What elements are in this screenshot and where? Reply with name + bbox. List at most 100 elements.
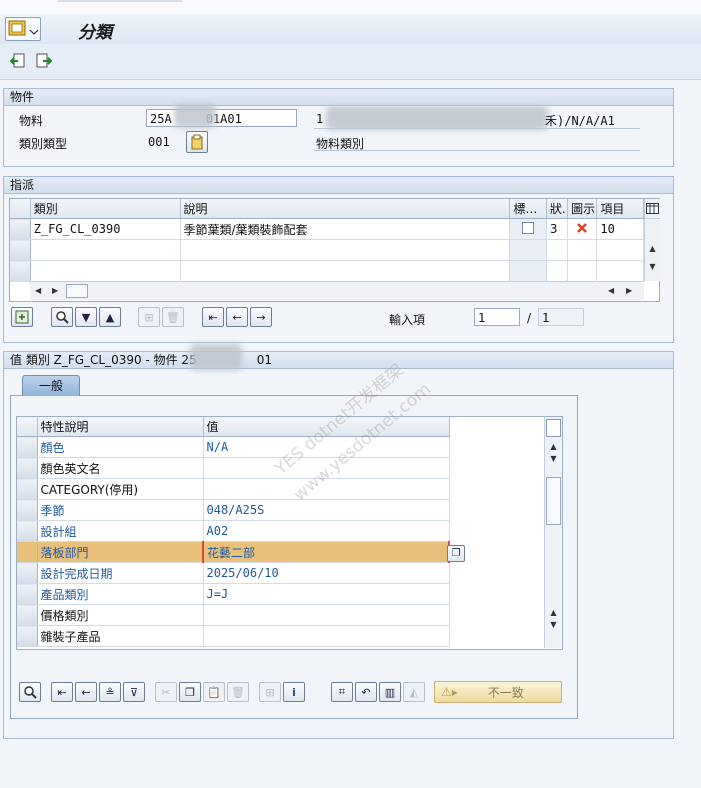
undo-button[interactable]: ↶ [355,682,377,702]
prev-entry-button[interactable]: ← [226,307,248,327]
char-value-cell[interactable]: 花藝二部 [202,541,450,563]
scroll-down-icon[interactable]: ▼ [545,619,562,631]
characteristic-row[interactable]: 雜裝子產品 [17,625,450,647]
delete-row-button[interactable]: 🗑 [162,307,184,327]
prev-value-button[interactable]: ← [75,682,97,702]
row-selector[interactable] [10,239,31,261]
insert-row-button[interactable]: ⊞ [138,307,160,327]
row-selector[interactable] [17,436,38,458]
characteristic-row[interactable]: 設計完成日期 2025/06/10 [17,562,450,584]
prev-object-button[interactable] [9,52,27,70]
col-class[interactable]: 類別 [30,199,181,219]
info-button[interactable]: i [283,682,305,702]
scroll-thumb[interactable] [546,477,561,525]
hscroll-thumb[interactable] [66,284,88,298]
material-field[interactable]: 25A 01A01 [146,109,297,127]
scroll-left-icon[interactable]: ◀ [608,285,614,297]
assignment-hscroll[interactable]: ◀ ▶ ◀ ▶ [30,281,644,300]
col-char-desc[interactable]: 特性說明 [37,417,204,437]
class-cell[interactable]: Z_FG_CL_0390 [30,218,181,240]
col-std[interactable]: 標… [509,199,547,219]
characteristic-row[interactable]: 季節 048/A25S [17,499,450,521]
char-name-cell: 顏色 [37,436,204,458]
row-selector[interactable] [10,218,31,240]
class-type-help-button[interactable] [186,131,208,153]
copy-button[interactable]: ❐ [179,682,201,702]
scroll-up-icon[interactable]: ▲ [645,243,660,255]
col-icon[interactable]: 圖示 [567,199,598,219]
row-selector[interactable] [17,499,38,521]
col-desc[interactable]: 說明 [180,199,511,219]
char-value-cell[interactable]: J=J [203,583,450,605]
col-item[interactable]: 項目 [596,199,644,219]
row-selector[interactable] [10,260,31,282]
paste-button[interactable]: 📋 [203,682,225,702]
standard-checkbox[interactable] [522,221,535,234]
delete-value-button[interactable]: 🗑 [227,682,249,702]
top-strip-tab [58,0,182,2]
characteristic-row[interactable]: 顏色 N/A [17,436,450,458]
move-down-button[interactable]: ▼ [75,307,97,327]
scroll-down-icon[interactable]: ▼ [645,261,660,273]
col-status[interactable]: 狀. [546,199,569,219]
row-selector[interactable] [17,457,38,479]
select-all-header[interactable] [17,417,38,437]
next-entry-button[interactable]: → [250,307,272,327]
assignment-vscroll[interactable]: ▲ ▼ [644,199,660,281]
insert-value-button[interactable]: ⊞ [259,682,281,702]
value-popup-button[interactable]: ❐ [447,545,465,562]
row-selector[interactable] [17,583,38,605]
char-value-cell[interactable] [203,625,450,647]
inconsistent-button[interactable]: ⚠▸ 不一致 [434,681,562,703]
tab-general[interactable]: 一般 [22,375,80,396]
details-button[interactable] [11,307,33,327]
characteristic-row[interactable]: 價格類別 [17,604,450,626]
find-button[interactable] [51,307,73,327]
info-icon: i [292,685,296,699]
first-entry-button[interactable]: ⇤ [202,307,224,327]
row-selector[interactable] [17,625,38,647]
char-value-cell[interactable]: 048/A25S [203,499,450,521]
sort-asc-button[interactable]: ≗ [99,682,121,702]
table-row[interactable]: Z_FG_CL_0390 季節葉類/葉類裝飾配套 3 10 [10,218,644,240]
move-up-button[interactable]: ▲ [99,307,121,327]
row-selector[interactable] [17,541,38,563]
scroll-up-icon[interactable]: ▲ [545,607,562,619]
scroll-down-icon[interactable]: ▼ [545,453,562,465]
hierarchy-button[interactable]: ◭ [403,682,425,702]
scroll-up-icon[interactable]: ▲ [545,441,562,453]
characteristics-vscroll[interactable]: ▲ ▼ ▲ ▼ [544,417,562,648]
columns-button[interactable]: ▥ [379,682,401,702]
scroll-right-icon[interactable]: ▶ [626,285,632,297]
characteristic-row[interactable]: 設計組 A02 [17,520,450,542]
characteristic-row[interactable]: 產品類別 J=J [17,583,450,605]
table-row[interactable] [10,239,644,261]
row-selector[interactable] [17,562,38,584]
status-cell: 3 [546,218,569,240]
entry-current-field[interactable]: 1 [474,308,520,326]
row-selector[interactable] [17,604,38,626]
next-object-button[interactable] [35,52,53,70]
characteristic-row[interactable]: 落板部門 花藝二部 [17,541,450,563]
row-selector[interactable] [17,478,38,500]
first-value-button[interactable]: ⇤ [51,682,73,702]
table-row[interactable] [10,260,644,282]
scroll-top-box[interactable] [546,419,561,437]
scroll-right-icon[interactable]: ▶ [52,285,58,297]
select-all-header[interactable] [10,199,31,219]
std-cell[interactable] [509,218,547,240]
cut-button[interactable]: ✂ [155,682,177,702]
char-value-cell[interactable]: 2025/06/10 [203,562,450,584]
characteristic-row[interactable]: CATEGORY(停用) [17,478,450,500]
filter-button[interactable]: ⊽ [123,682,145,702]
row-selector[interactable] [17,520,38,542]
trash-icon: 🗑 [166,310,180,324]
find-value-button[interactable] [19,682,41,702]
char-value-cell[interactable] [203,604,450,626]
char-value-cell[interactable]: A02 [203,520,450,542]
system-menu-button[interactable] [5,17,41,41]
column-settings-icon[interactable] [645,199,660,219]
binoculars-button[interactable]: ⌗ [331,682,353,702]
characteristic-row[interactable]: 顏色英文名 [17,457,450,479]
scroll-left-icon[interactable]: ◀ [35,285,41,297]
